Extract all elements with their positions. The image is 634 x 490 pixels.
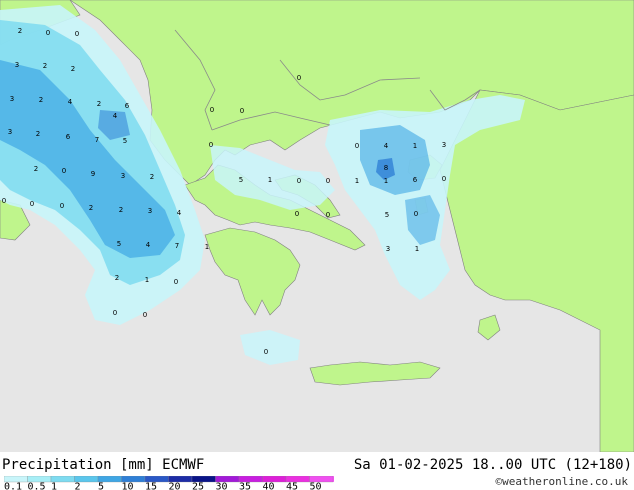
precip-value-label: 2 bbox=[119, 206, 123, 214]
legend-label: 35 bbox=[239, 482, 251, 490]
precip-value-label: 6 bbox=[125, 102, 130, 110]
precip-value-label: 2 bbox=[36, 130, 40, 138]
precip-value-label: 2 bbox=[43, 62, 47, 70]
credit-link[interactable]: ©weatheronline.co.uk bbox=[496, 475, 628, 488]
precip-value-label: 2 bbox=[71, 65, 75, 73]
precip-value-label: 0 bbox=[46, 29, 50, 37]
precip-value-label: 2 bbox=[34, 165, 38, 173]
legend-arrow bbox=[333, 476, 334, 482]
precip-value-label: 2 bbox=[150, 173, 154, 181]
legend-label: 50 bbox=[310, 482, 322, 490]
precip-value-label: 3 bbox=[386, 245, 390, 253]
precip-value-label: 1 bbox=[145, 276, 149, 284]
precip-value-label: 4 bbox=[68, 98, 73, 106]
precip-value-label: 0 bbox=[2, 197, 6, 205]
precip-value-label: 0 bbox=[297, 74, 301, 82]
legend-label: 45 bbox=[286, 482, 298, 490]
legend-label: 0.5 bbox=[28, 482, 46, 490]
precip-value-label: 3 bbox=[121, 172, 125, 180]
precip-value-label: 0 bbox=[75, 30, 79, 38]
precip-value-label: 0 bbox=[210, 106, 214, 114]
precip-value-label: 1 bbox=[413, 142, 417, 150]
precip-value-label: 6 bbox=[66, 133, 71, 141]
precip-value-label: 8 bbox=[384, 164, 388, 172]
precip-value-label: 7 bbox=[175, 242, 179, 250]
color-legend: 0.1 0.5 1 2 5 10 15 20 25 30 35 40 45 50 bbox=[4, 476, 334, 490]
precip-value-label: 0 bbox=[295, 210, 299, 218]
precip-value-label: 4 bbox=[146, 241, 151, 249]
map-title: Precipitation [mm] ECMWF bbox=[2, 457, 205, 473]
precip-value-label: 1 bbox=[384, 177, 388, 185]
legend-label: 1 bbox=[51, 482, 57, 490]
precip-value-label: 2 bbox=[39, 96, 43, 104]
precip-value-label: 5 bbox=[123, 137, 127, 145]
precip-value-label: 0 bbox=[442, 175, 446, 183]
legend-label: 30 bbox=[216, 482, 228, 490]
precip-value-label: 5 bbox=[239, 176, 243, 184]
precip-value-label: 0 bbox=[174, 278, 178, 286]
precip-value-label: 3 bbox=[15, 61, 19, 69]
precip-value-label: 0 bbox=[414, 210, 418, 218]
precipitation-map: 2 0 03 2 23 2 4 2 643 2 6 7 52 0 9 3 20 0 0 2 2 3 45 4 7 12 1 00 00 0… bbox=[0, 0, 634, 452]
legend-label: 2 bbox=[75, 482, 81, 490]
precip-value-label: 0 bbox=[240, 107, 244, 115]
footer: Precipitation [mm] ECMWF Sa 01-02-2025 1… bbox=[0, 452, 634, 490]
precip-value-label: 0 bbox=[113, 309, 117, 317]
precip-value-label: 0 bbox=[326, 177, 330, 185]
precip-value-label: 2 bbox=[97, 100, 101, 108]
legend-label: 40 bbox=[263, 482, 275, 490]
precip-value-label: 9 bbox=[91, 170, 95, 178]
precip-value-label: 4 bbox=[177, 209, 182, 217]
legend-label: 20 bbox=[169, 482, 181, 490]
precip-value-label: 1 bbox=[268, 176, 272, 184]
legend-label: 5 bbox=[98, 482, 104, 490]
precip-value-label: 0 bbox=[209, 141, 213, 149]
precip-value-label: 0 bbox=[297, 177, 301, 185]
precip-value-label: 3 bbox=[442, 141, 446, 149]
precip-value-label: 4 bbox=[384, 142, 389, 150]
precip-value-label: 0 bbox=[60, 202, 64, 210]
precip-value-label: 1 bbox=[355, 177, 359, 185]
precip-value-label: 4 bbox=[113, 112, 118, 120]
precip-value-label: 5 bbox=[385, 211, 389, 219]
precip-value-label: 1 bbox=[205, 243, 209, 251]
legend-label: 25 bbox=[192, 482, 204, 490]
precip-value-label: 6 bbox=[413, 176, 418, 184]
legend-label: 0.1 bbox=[4, 482, 22, 490]
precip-value-label: 2 bbox=[89, 204, 93, 212]
precip-value-label: 0 bbox=[143, 311, 147, 319]
legend-label: 10 bbox=[122, 482, 134, 490]
precip-value-label: 5 bbox=[117, 240, 121, 248]
legend-label: 15 bbox=[145, 482, 157, 490]
precip-value-label: 0 bbox=[326, 211, 330, 219]
precip-value-label: 3 bbox=[8, 128, 12, 136]
precip-value-label: 2 bbox=[18, 27, 22, 35]
precip-value-label: 3 bbox=[148, 207, 152, 215]
precip-value-label: 3 bbox=[10, 95, 14, 103]
precip-value-label: 7 bbox=[95, 136, 99, 144]
precip-value-label: 0 bbox=[264, 348, 268, 356]
precip-value-label: 0 bbox=[62, 167, 66, 175]
precip-value-label: 2 bbox=[115, 274, 119, 282]
precip-value-label: 0 bbox=[355, 142, 359, 150]
precip-value-label: 1 bbox=[415, 245, 419, 253]
precip-value-label: 0 bbox=[30, 200, 34, 208]
valid-time: Sa 01-02-2025 18..00 UTC (12+180) bbox=[353, 457, 632, 473]
